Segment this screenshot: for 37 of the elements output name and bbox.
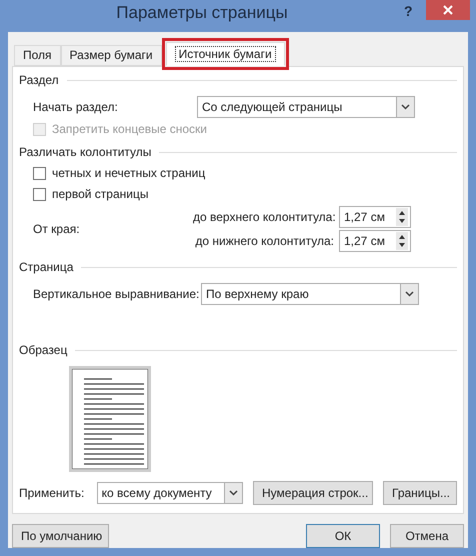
dialog-button[interactable]: Границы... bbox=[383, 481, 457, 505]
field-label: до нижнего колонтитула: bbox=[194, 234, 334, 248]
checkbox[interactable] bbox=[33, 188, 46, 201]
field-label: Применить: bbox=[19, 486, 86, 500]
chevron-down-icon bbox=[405, 291, 414, 297]
checkbox-label: Запретить концевые сноски bbox=[52, 122, 208, 137]
checkbox-label: первой страницы bbox=[52, 187, 148, 202]
help-button[interactable]: ? bbox=[404, 4, 426, 19]
group-heading: Различать колонтитулы bbox=[19, 145, 152, 160]
tab[interactable]: Источник бумаги bbox=[166, 42, 285, 66]
dropdown[interactable]: По верхнему краю bbox=[201, 283, 419, 305]
group-heading: Страница bbox=[19, 260, 74, 275]
field-label: Начать раздел: bbox=[33, 100, 119, 114]
close-icon bbox=[443, 5, 453, 15]
window-title: Параметры страницы bbox=[116, 3, 288, 22]
field-label: до верхнего колонтитула: bbox=[193, 210, 334, 224]
chevron-down-icon bbox=[401, 104, 410, 110]
dialog-button[interactable]: По умолчанию bbox=[12, 524, 109, 548]
dialog-button[interactable]: Отмена bbox=[390, 524, 464, 548]
field-label: От края: bbox=[33, 222, 81, 236]
group-heading: Образец bbox=[19, 343, 68, 358]
dropdown[interactable]: Со следующей страницы bbox=[197, 96, 415, 118]
spin-field[interactable]: 1,27 см bbox=[339, 230, 411, 252]
dialog-button[interactable]: Нумерация строк... bbox=[253, 481, 373, 505]
checkbox[interactable] bbox=[33, 167, 46, 180]
spin-field[interactable]: 1,27 см bbox=[339, 206, 411, 228]
dialog-button[interactable]: ОК bbox=[306, 524, 380, 548]
tab[interactable]: Поля bbox=[14, 45, 61, 66]
spin-arrows-icon bbox=[396, 232, 408, 250]
dropdown[interactable]: ко всему документу bbox=[96, 482, 243, 504]
checkbox-label: четных и нечетных страниц bbox=[52, 166, 206, 181]
group-heading: Раздел bbox=[19, 73, 59, 88]
chevron-down-icon bbox=[229, 490, 238, 496]
spin-arrows-icon bbox=[396, 208, 408, 226]
tab[interactable]: Размер бумаги bbox=[60, 45, 162, 66]
field-label: Вертикальное выравнивание: bbox=[33, 286, 200, 302]
close-button[interactable] bbox=[426, 0, 470, 20]
